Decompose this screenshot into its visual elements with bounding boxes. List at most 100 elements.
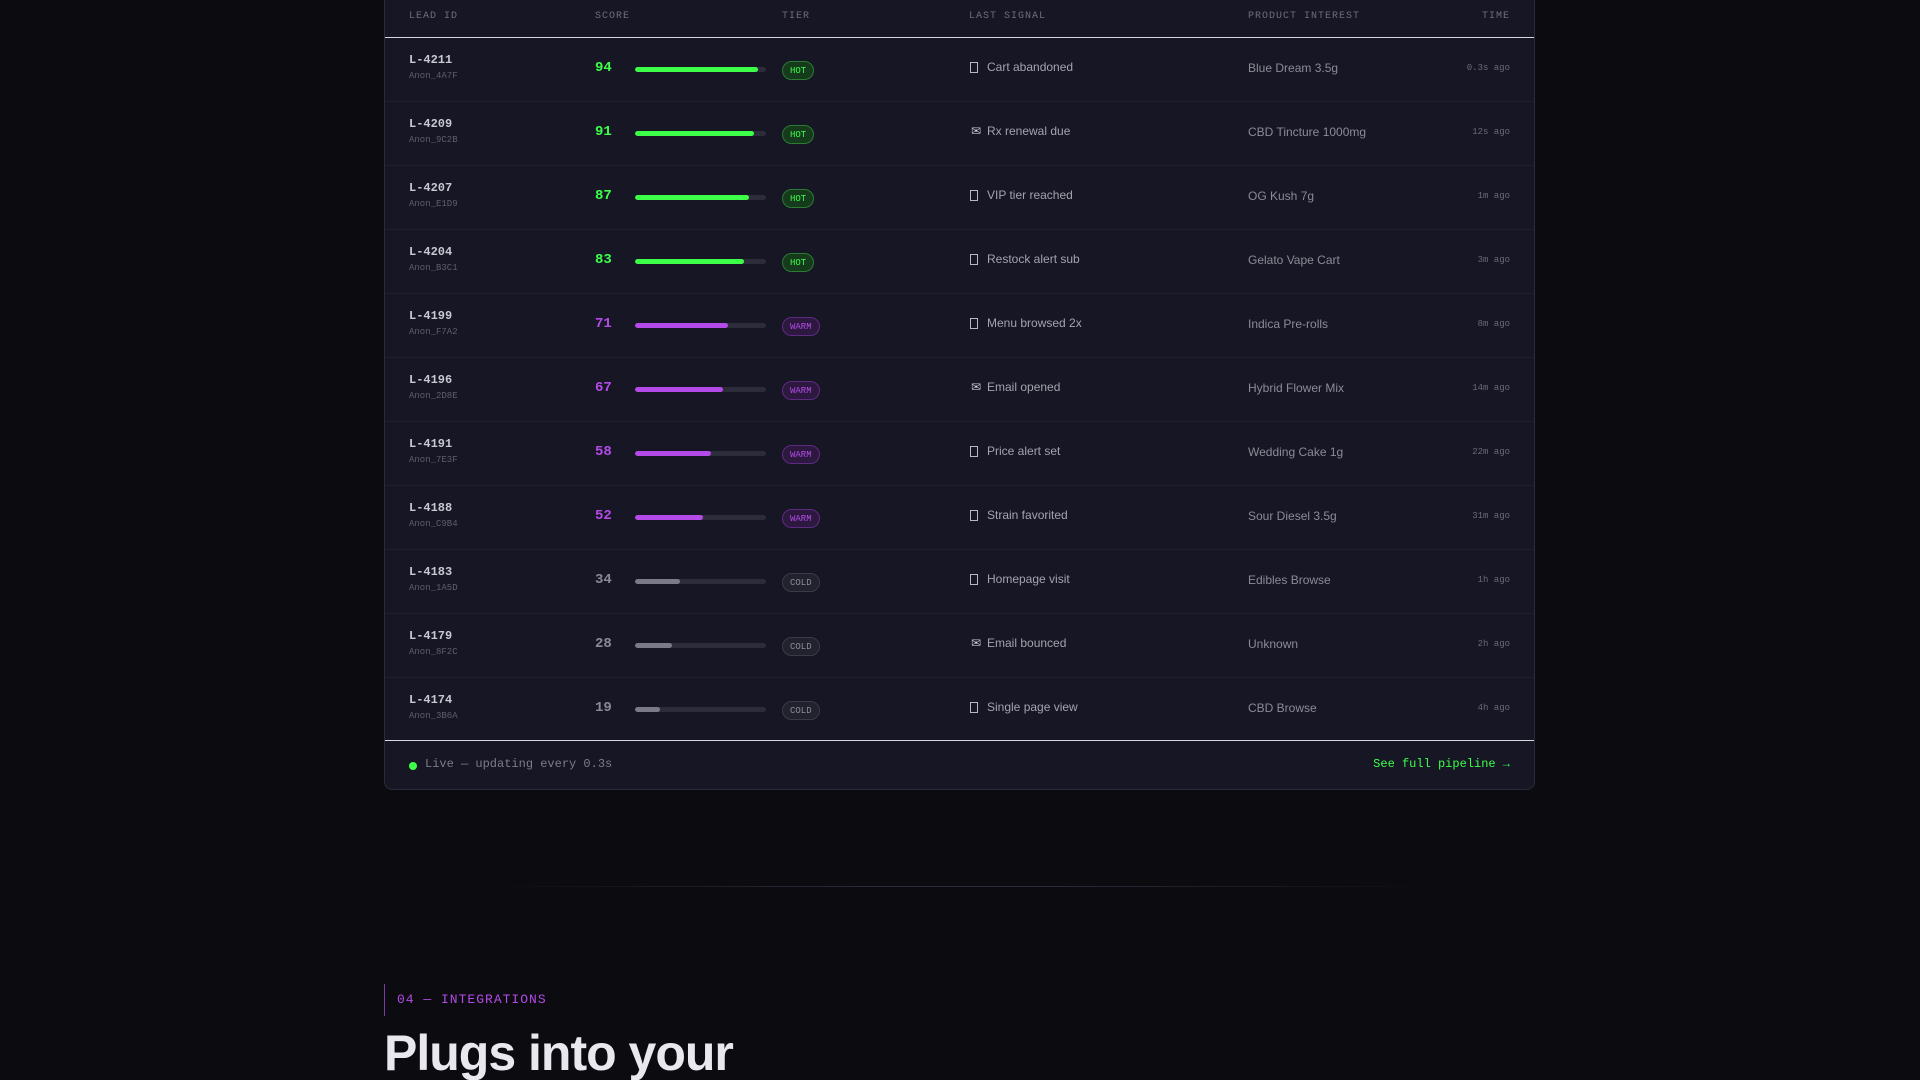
table-row[interactable]: L-4183 Anon_1A5D 34 COLD Homepage visit Edibl… bbox=[385, 550, 1534, 614]
score-bar-fill bbox=[635, 643, 672, 648]
product-interest: Gelato Vape Cart bbox=[1248, 253, 1340, 267]
tier-badge: WARM bbox=[782, 381, 820, 400]
timestamp: 31m ago bbox=[1472, 511, 1510, 521]
table-row[interactable]: L-4179 Anon_8F2C 28 COLD ✉ Email bounced Unkno… bbox=[385, 614, 1534, 678]
phone-icon bbox=[970, 317, 978, 329]
score-bar bbox=[635, 451, 766, 456]
last-signal: VIP tier reached bbox=[969, 188, 1073, 202]
phone-icon bbox=[970, 61, 978, 73]
table-row[interactable]: L-4191 Anon_7E3F 58 WARM Price alert set Wedd… bbox=[385, 422, 1534, 486]
tier-badge: WARM bbox=[782, 317, 820, 336]
score-bar-fill bbox=[635, 387, 723, 392]
timestamp: 4h ago bbox=[1477, 703, 1510, 713]
envelope-icon: ✉ bbox=[970, 380, 982, 394]
envelope-icon: ✉ bbox=[970, 636, 982, 650]
timestamp: 22m ago bbox=[1472, 447, 1510, 457]
lead-scoring-table: LEAD ID SCORE TIER LAST SIGNAL PRODUCT I… bbox=[384, 0, 1535, 790]
last-signal-label: Single page view bbox=[987, 700, 1078, 714]
lead-id: L-4196 bbox=[409, 373, 453, 387]
last-signal-label: Price alert set bbox=[987, 444, 1061, 458]
last-signal-label: VIP tier reached bbox=[987, 188, 1073, 202]
timestamp: 14m ago bbox=[1472, 383, 1510, 393]
section-eyebrow: 04 — INTEGRATIONS bbox=[384, 984, 547, 1016]
product-interest: Sour Diesel 3.5g bbox=[1248, 509, 1337, 523]
score-bar bbox=[635, 323, 766, 328]
phone-icon bbox=[970, 509, 978, 521]
lead-anon-id: Anon_C9B4 bbox=[409, 519, 458, 529]
score-bar bbox=[635, 707, 766, 712]
product-interest: OG Kush 7g bbox=[1248, 189, 1315, 203]
lead-anon-id: Anon_E1D9 bbox=[409, 199, 458, 209]
lead-id: L-4199 bbox=[409, 309, 453, 323]
score-bar bbox=[635, 195, 766, 200]
table-row[interactable]: L-4196 Anon_2D8E 67 WARM ✉ Email opened Hybrid… bbox=[385, 358, 1534, 422]
section-headline: Plugs into your bbox=[384, 1025, 734, 1080]
table-row[interactable]: L-4188 Anon_C9B4 52 WARM Strain favorited Sou… bbox=[385, 486, 1534, 550]
timestamp: 1h ago bbox=[1477, 575, 1510, 585]
header-time: TIME bbox=[1481, 11, 1510, 22]
timestamp: 3m ago bbox=[1477, 255, 1510, 265]
last-signal-label: Homepage visit bbox=[987, 572, 1070, 586]
last-signal-label: Email bounced bbox=[987, 636, 1067, 650]
score-bar-fill bbox=[635, 515, 704, 520]
phone-icon bbox=[970, 189, 978, 201]
phone-icon bbox=[970, 445, 978, 457]
lead-id: L-4211 bbox=[409, 53, 453, 67]
tier-badge: COLD bbox=[782, 573, 820, 592]
table-row[interactable]: L-4207 Anon_E1D9 87 HOT VIP tier reached OG K… bbox=[385, 166, 1534, 230]
section-divider bbox=[480, 886, 1440, 887]
score-bar bbox=[635, 387, 766, 392]
header-score: SCORE bbox=[595, 11, 631, 22]
score-bar-fill bbox=[635, 707, 660, 712]
lead-score: 58 bbox=[595, 444, 612, 460]
lead-id: L-4183 bbox=[409, 565, 453, 579]
score-bar-fill bbox=[635, 131, 755, 136]
header-tier: TIER bbox=[782, 11, 811, 22]
last-signal: Homepage visit bbox=[969, 572, 1070, 586]
lead-anon-id: Anon_7E3F bbox=[409, 455, 458, 465]
tier-badge: HOT bbox=[782, 61, 815, 80]
table-row[interactable]: L-4199 Anon_F7A2 71 WARM Menu browsed 2x Indi… bbox=[385, 294, 1534, 358]
last-signal: Price alert set bbox=[969, 444, 1060, 458]
score-bar-fill bbox=[635, 323, 728, 328]
table-body: L-4211 Anon_4A7F 94 HOT Cart abandoned Blue D… bbox=[385, 38, 1534, 742]
lead-score: 67 bbox=[595, 380, 612, 396]
timestamp: 12s ago bbox=[1472, 127, 1510, 137]
lead-anon-id: Anon_1A5D bbox=[409, 583, 458, 593]
lead-id: L-4179 bbox=[409, 629, 453, 643]
score-bar bbox=[635, 643, 766, 648]
score-bar bbox=[635, 579, 766, 584]
lead-score: 28 bbox=[595, 636, 612, 652]
tier-badge: COLD bbox=[782, 701, 820, 720]
table-row[interactable]: L-4174 Anon_3B6A 19 COLD Single page view CBD… bbox=[385, 678, 1534, 742]
tier-badge: HOT bbox=[782, 189, 815, 208]
score-bar bbox=[635, 515, 766, 520]
lead-score: 83 bbox=[595, 252, 612, 268]
lead-anon-id: Anon_3B6A bbox=[409, 711, 458, 721]
lead-score: 52 bbox=[595, 508, 612, 524]
last-signal-label: Strain favorited bbox=[987, 508, 1068, 522]
phone-icon bbox=[970, 253, 978, 265]
last-signal-label: Menu browsed 2x bbox=[987, 316, 1082, 330]
score-bar-fill bbox=[635, 451, 711, 456]
product-interest: CBD Tincture 1000mg bbox=[1248, 125, 1367, 139]
header-product-interest: PRODUCT INTEREST bbox=[1248, 11, 1361, 22]
lead-score: 87 bbox=[595, 188, 612, 204]
timestamp: 8m ago bbox=[1477, 319, 1510, 329]
lead-anon-id: Anon_2D8E bbox=[409, 391, 458, 401]
lead-score: 19 bbox=[595, 700, 612, 716]
table-row[interactable]: L-4211 Anon_4A7F 94 HOT Cart abandoned Blue D… bbox=[385, 38, 1534, 102]
see-full-pipeline-link[interactable]: See full pipeline → bbox=[1373, 757, 1510, 771]
header-last-signal: LAST SIGNAL bbox=[969, 11, 1047, 22]
live-status-text: Live — updating every 0.3s bbox=[425, 757, 613, 771]
last-signal-label: Cart abandoned bbox=[987, 60, 1074, 74]
table-row[interactable]: L-4209 Anon_9C2B 91 HOT ✉ Rx renewal due CBD T… bbox=[385, 102, 1534, 166]
phone-icon bbox=[970, 701, 978, 713]
tier-badge: HOT bbox=[782, 125, 815, 144]
product-interest: Unknown bbox=[1248, 637, 1299, 651]
lead-id: L-4209 bbox=[409, 117, 453, 131]
table-row[interactable]: L-4204 Anon_B3C1 83 HOT Restock alert sub Gel… bbox=[385, 230, 1534, 294]
phone-icon bbox=[970, 573, 978, 585]
lead-anon-id: Anon_F7A2 bbox=[409, 327, 458, 337]
last-signal-label: Restock alert sub bbox=[987, 252, 1080, 266]
